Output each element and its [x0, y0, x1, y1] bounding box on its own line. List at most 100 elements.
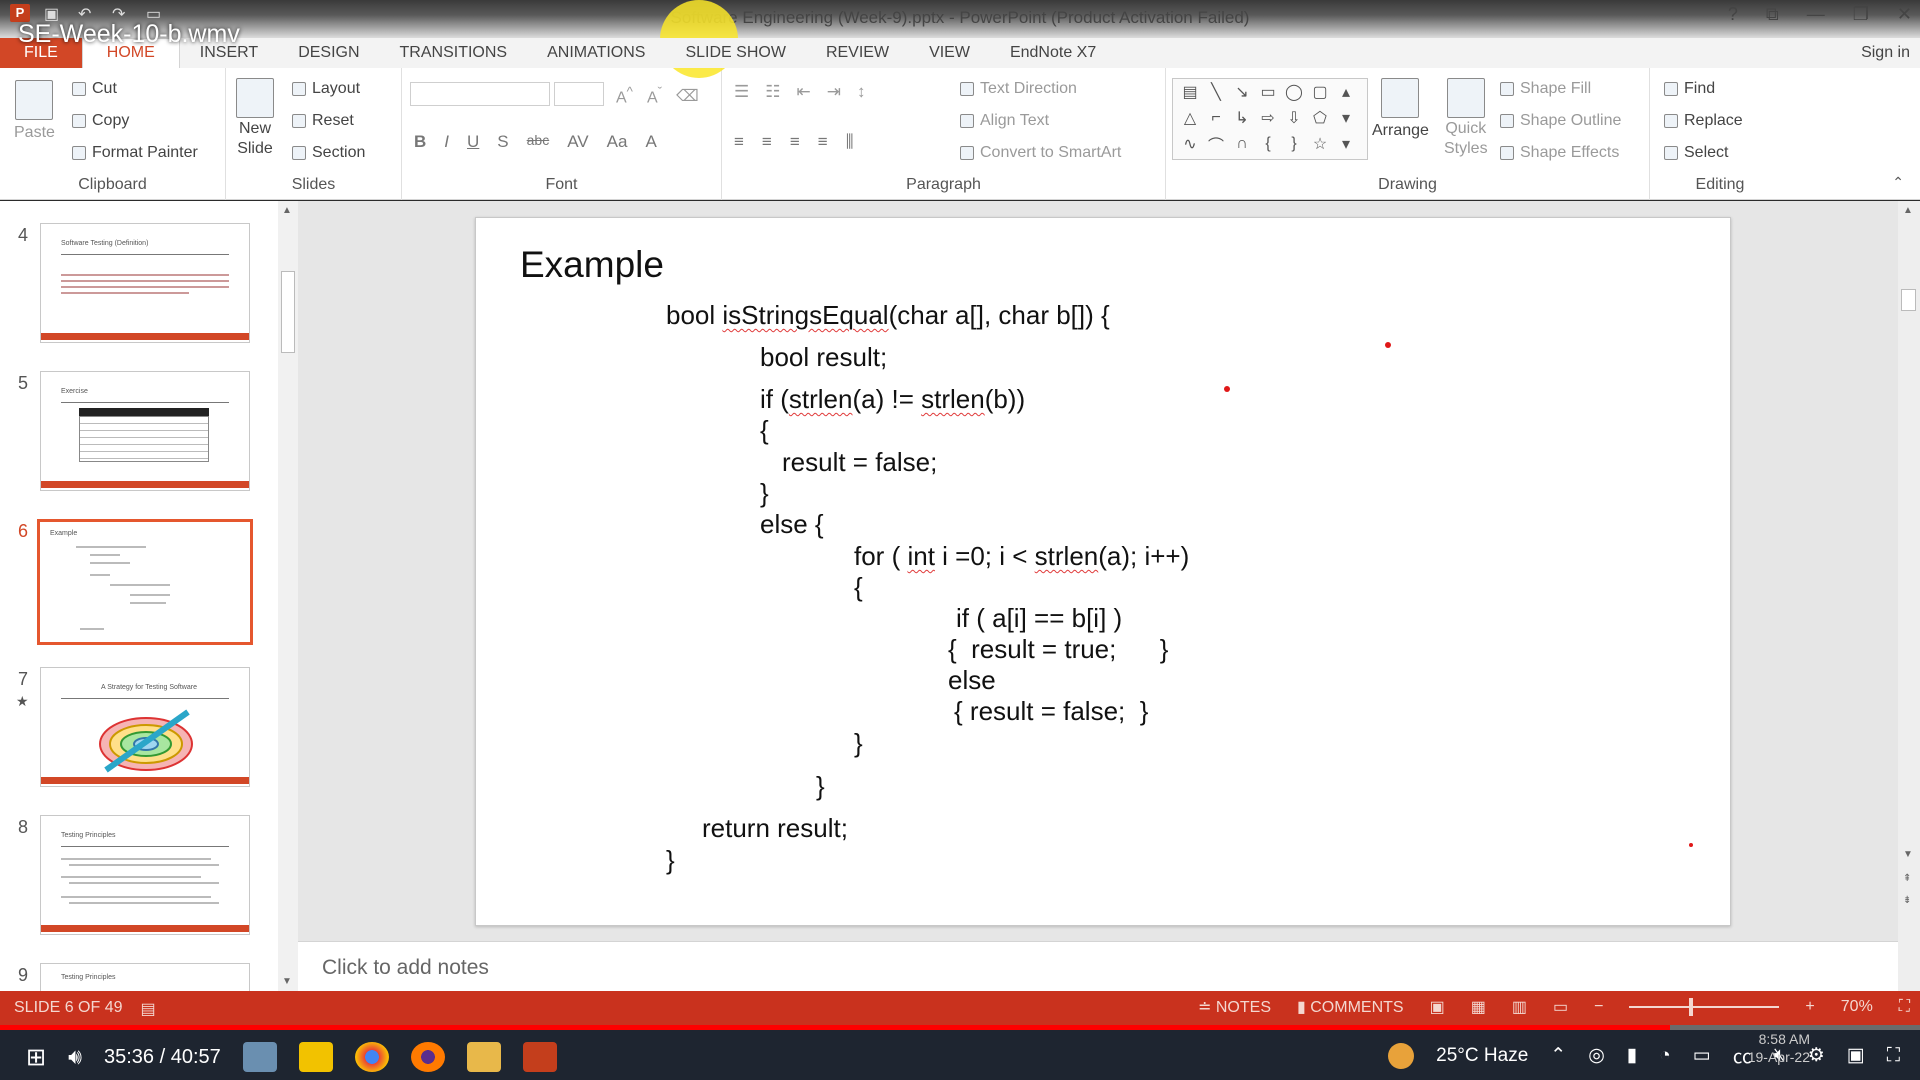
- slide-thumbnail-active[interactable]: Example: [37, 519, 253, 645]
- spellcheck-icon[interactable]: ▤: [141, 999, 156, 1019]
- slide-thumbnail[interactable]: Software Testing (Definition): [40, 223, 250, 343]
- slide-thumbnail[interactable]: Testing Principles: [40, 963, 250, 991]
- rounded-rect-shape-icon[interactable]: ▢: [1307, 79, 1333, 105]
- align-right-icon[interactable]: ≡: [790, 132, 800, 152]
- change-case-button[interactable]: Aa: [607, 132, 628, 152]
- weather-text[interactable]: 25°C Haze: [1436, 1045, 1528, 1067]
- pentagon-shape-icon[interactable]: ⬠: [1307, 105, 1333, 131]
- new-slide-button[interactable]: New Slide: [236, 78, 274, 158]
- tab-design[interactable]: DESIGN: [278, 44, 379, 68]
- italic-button[interactable]: I: [444, 132, 449, 152]
- taskbar-app-icon[interactable]: [242, 1042, 277, 1072]
- fullscreen-icon[interactable]: ⛶: [1887, 1045, 1900, 1067]
- wifi-icon[interactable]: ◔: [1659, 1045, 1670, 1067]
- rectangle-shape-icon[interactable]: ▭: [1255, 79, 1281, 105]
- help-icon[interactable]: ?: [1728, 4, 1738, 25]
- font-size-select[interactable]: [554, 82, 604, 106]
- tab-slide-show[interactable]: SLIDE SHOW: [665, 44, 805, 68]
- camera-icon[interactable]: ◎: [1588, 1044, 1605, 1067]
- tray-app-icon[interactable]: ▮: [1627, 1044, 1637, 1067]
- thumbnails-scrollbar[interactable]: ▲ ▼: [278, 201, 298, 991]
- line-shape-icon[interactable]: ╲: [1203, 79, 1229, 105]
- sticky-notes-icon[interactable]: [298, 1042, 333, 1072]
- system-clock[interactable]: 8:58 AM 19-Apr-22: [1748, 1030, 1810, 1066]
- zoom-slider-knob[interactable]: [1689, 998, 1694, 1016]
- curve-shape-icon[interactable]: ⌒: [1203, 131, 1229, 157]
- chevron-up-icon[interactable]: ⌃: [1550, 1044, 1566, 1067]
- scroll-down-icon[interactable]: ▼: [1903, 849, 1913, 860]
- slide-title[interactable]: Example: [520, 244, 664, 286]
- columns-icon[interactable]: ⫼: [846, 132, 854, 152]
- tab-animations[interactable]: ANIMATIONS: [527, 44, 665, 68]
- scrollbar-thumb[interactable]: [281, 271, 295, 353]
- miniplayer-icon[interactable]: ▣: [1847, 1044, 1865, 1067]
- align-center-icon[interactable]: ≡: [762, 132, 772, 152]
- file-explorer-icon[interactable]: [466, 1042, 501, 1072]
- replace-button[interactable]: Replace: [1664, 112, 1743, 130]
- clear-format-icon[interactable]: ⌫: [676, 86, 699, 106]
- font-color-button[interactable]: A: [645, 132, 656, 152]
- star-shape-icon[interactable]: ☆: [1307, 131, 1333, 157]
- zoom-in-icon[interactable]: +: [1805, 998, 1814, 1016]
- format-painter-button[interactable]: Format Painter: [72, 144, 198, 162]
- normal-view-icon[interactable]: ▣: [1430, 997, 1445, 1017]
- slide-sorter-icon[interactable]: ▦: [1471, 997, 1486, 1017]
- arrange-button[interactable]: Arrange: [1372, 78, 1429, 140]
- justify-icon[interactable]: ≡: [818, 132, 828, 152]
- volume-icon[interactable]: 🔊︎: [68, 1044, 82, 1070]
- powerpoint-taskbar-icon[interactable]: [522, 1042, 557, 1072]
- scrollbar-thumb[interactable]: [1901, 289, 1916, 311]
- reset-button[interactable]: Reset: [292, 112, 354, 130]
- tab-review[interactable]: REVIEW: [806, 44, 909, 68]
- chrome-icon[interactable]: [354, 1042, 389, 1072]
- gallery-expand-icon[interactable]: ▾: [1333, 131, 1359, 157]
- scroll-up-icon[interactable]: ▲: [1903, 205, 1913, 216]
- section-button[interactable]: Section: [292, 144, 365, 162]
- increase-indent-icon[interactable]: ⇥: [827, 82, 841, 102]
- shape-effects-button[interactable]: Shape Effects: [1500, 144, 1619, 162]
- next-slide-icon[interactable]: ⇟: [1903, 895, 1911, 906]
- textbox-shape-icon[interactable]: ▤: [1177, 79, 1203, 105]
- firefox-icon[interactable]: [410, 1042, 445, 1072]
- zoom-slider[interactable]: [1629, 998, 1780, 1016]
- line-spacing-icon[interactable]: ↕: [857, 82, 866, 102]
- align-text-button[interactable]: Align Text: [960, 112, 1049, 130]
- bullets-icon[interactable]: ☰: [734, 82, 749, 102]
- scroll-up-icon[interactable]: ▲: [282, 205, 292, 216]
- align-left-icon[interactable]: ≡: [734, 132, 744, 152]
- decrease-indent-icon[interactable]: ⇤: [797, 82, 811, 102]
- scroll-down-icon[interactable]: ▼: [282, 976, 292, 987]
- windows-start-icon[interactable]: ⊞: [26, 1043, 46, 1072]
- fit-slide-icon[interactable]: ⛶: [1899, 998, 1910, 1016]
- gallery-more-icon[interactable]: ▾: [1333, 105, 1359, 131]
- down-arrow-shape-icon[interactable]: ⇩: [1281, 105, 1307, 131]
- battery-icon[interactable]: ▭: [1693, 1044, 1711, 1067]
- select-button[interactable]: Select: [1664, 144, 1728, 162]
- notes-pane[interactable]: Click to add notes: [298, 941, 1898, 991]
- restore-icon[interactable]: ❐: [1853, 4, 1869, 25]
- slide-thumbnail[interactable]: A Strategy for Testing Software: [40, 667, 250, 787]
- slide-canvas[interactable]: Example bool isStringsEqual(char a[], ch…: [475, 217, 1731, 926]
- copy-button[interactable]: Copy: [72, 112, 129, 130]
- char-spacing-button[interactable]: AV: [567, 132, 588, 152]
- settings-gear-icon[interactable]: ⚙: [1808, 1044, 1825, 1067]
- tab-transitions[interactable]: TRANSITIONS: [380, 44, 528, 68]
- layout-button[interactable]: Layout: [292, 80, 360, 98]
- slide-thumbnail[interactable]: Exercise: [40, 371, 250, 491]
- sign-in-link[interactable]: Sign in: [1861, 44, 1910, 62]
- arc-shape-icon[interactable]: ∩: [1229, 131, 1255, 157]
- underline-button[interactable]: U: [467, 132, 479, 152]
- right-brace-shape-icon[interactable]: }: [1281, 131, 1307, 157]
- freeform-shape-icon[interactable]: ∿: [1177, 131, 1203, 157]
- shape-fill-button[interactable]: Shape Fill: [1500, 80, 1591, 98]
- notes-button[interactable]: ≐ NOTES: [1198, 997, 1271, 1017]
- close-icon[interactable]: ✕: [1897, 4, 1912, 25]
- arrow-line-shape-icon[interactable]: ↘: [1229, 79, 1255, 105]
- previous-slide-icon[interactable]: ⇞: [1903, 873, 1911, 884]
- gallery-scroll-icon[interactable]: ▴: [1333, 79, 1359, 105]
- shrink-font-icon[interactable]: Aˇ: [647, 84, 662, 107]
- elbow-arrow-shape-icon[interactable]: ↳: [1229, 105, 1255, 131]
- collapse-ribbon-icon[interactable]: ⌃: [1892, 174, 1904, 191]
- zoom-out-icon[interactable]: −: [1594, 998, 1603, 1016]
- convert-smartart-button[interactable]: Convert to SmartArt: [960, 144, 1121, 162]
